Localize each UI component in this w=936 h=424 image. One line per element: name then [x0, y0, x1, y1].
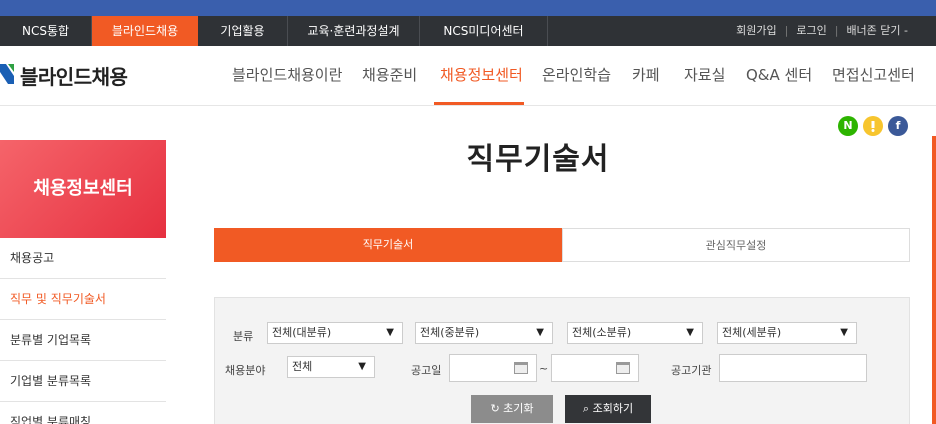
gnb-info-center[interactable]: 채용정보센터 [440, 64, 523, 85]
select-value: 전체(소분류) [572, 326, 632, 339]
gnb-library[interactable]: 자료실 [684, 64, 725, 85]
chevron-down-icon: ▼ [840, 327, 848, 338]
topnav-company[interactable]: 기업활용 [198, 16, 288, 46]
sidebar-item-job-description[interactable]: 직무 및 직무기술서 [0, 279, 166, 320]
facebook-share-icon[interactable]: f [888, 116, 908, 136]
topnav-label: NCS통합 [21, 24, 70, 38]
select-value: 전체(중분류) [420, 326, 480, 339]
category-large-select[interactable]: 전체(대분류) ▼ [267, 322, 403, 344]
gnb-about[interactable]: 블라인드채용이란 [232, 64, 342, 85]
site-header: 블라인드채용 블라인드채용이란 채용준비 채용정보센터 온라인학습 카페 자료실… [0, 46, 936, 106]
org-label: 공고기관 [671, 364, 712, 377]
select-value: 전체(세분류) [722, 326, 782, 339]
kakao-icon [871, 121, 875, 132]
gnb-prepare[interactable]: 채용준비 [362, 64, 417, 85]
date-separator: ~ [539, 362, 549, 375]
topnav-label: NCS미디어센터 [443, 24, 524, 38]
chevron-down-icon: ▼ [386, 327, 394, 338]
sidebar-item-jobs[interactable]: 채용공고 [0, 238, 166, 279]
sidebar-item-occupation-matching[interactable]: 직업별 분류매칭 [0, 402, 166, 424]
field-label: 채용분야 [225, 364, 266, 377]
page-title: 직무기술서 [466, 142, 610, 177]
gnb-online-learning[interactable]: 온라인학습 [542, 64, 611, 85]
signup-link[interactable]: 회원가입 [736, 24, 776, 37]
logo-icon [0, 64, 14, 84]
banner-close-link[interactable]: 배너존 닫기 - [846, 24, 908, 37]
topnav-blind[interactable]: 블라인드채용 [92, 16, 198, 46]
naver-share-icon[interactable]: N [838, 116, 858, 136]
calendar-icon[interactable] [616, 362, 630, 374]
select-value: 전체(대분류) [272, 326, 332, 339]
search-panel: 분류 전체(대분류) ▼ 전체(중분류) ▼ 전체(소분류) ▼ 전체(세분류) ▼ 채… [214, 297, 910, 424]
top-stripe [0, 0, 936, 16]
refresh-icon: ↻ [490, 402, 504, 415]
end-date-input[interactable] [551, 354, 639, 382]
topnav-ncs[interactable]: NCS통합 [0, 16, 92, 46]
search-icon: ⌕ [582, 402, 593, 415]
site-logo[interactable]: 블라인드채용 [20, 61, 128, 90]
date-label: 공고일 [411, 364, 442, 377]
tab-interest-setting[interactable]: 관심직무설정 [562, 228, 910, 262]
sidebar-item-company-by-category[interactable]: 분류별 기업목록 [0, 320, 166, 361]
field-select[interactable]: 전체 ▼ [287, 356, 375, 378]
category-label: 분류 [233, 330, 254, 343]
gnb-active-underline [434, 102, 524, 105]
select-value: 전체 [292, 360, 313, 373]
topnav-util: 회원가입 | 로그인 | 배너존 닫기 - [736, 24, 908, 37]
sidebar-item-category-by-company[interactable]: 기업별 분류목록 [0, 361, 166, 402]
topnav-label: 기업활용 [220, 24, 265, 38]
gnb-qna[interactable]: Q&A 센터 [746, 64, 812, 85]
topnav-education[interactable]: 교육·훈련과정설계 [288, 16, 420, 46]
scrollbar[interactable] [932, 136, 936, 424]
category-medium-select[interactable]: 전체(중분류) ▼ [415, 322, 553, 344]
category-detail-select[interactable]: 전체(세분류) ▼ [717, 322, 857, 344]
calendar-icon[interactable] [514, 362, 528, 374]
topnav-label: 교육·훈련과정설계 [307, 24, 400, 38]
reset-label: 초기화 [503, 402, 534, 415]
top-navigation: NCS통합 블라인드채용 기업활용 교육·훈련과정설계 NCS미디어센터 회원가… [0, 16, 936, 46]
category-small-select[interactable]: 전체(소분류) ▼ [567, 322, 703, 344]
search-label: 조회하기 [592, 402, 634, 415]
reset-button[interactable]: ↻ 초기화 [471, 395, 553, 423]
tab-job-description[interactable]: 직무기술서 [214, 228, 562, 262]
search-button[interactable]: ⌕ 조회하기 [565, 395, 651, 423]
org-input[interactable] [719, 354, 867, 382]
chevron-down-icon: ▼ [686, 327, 694, 338]
chevron-down-icon: ▼ [358, 361, 366, 372]
start-date-input[interactable] [449, 354, 537, 382]
sidebar-title: 채용정보센터 [0, 140, 166, 238]
gnb-cafe[interactable]: 카페 [632, 64, 660, 85]
login-link[interactable]: 로그인 [796, 24, 826, 37]
kakao-share-icon[interactable] [863, 116, 883, 136]
gnb-report[interactable]: 면접신고센터 [832, 64, 915, 85]
topnav-label: 블라인드채용 [111, 24, 179, 38]
topnav-media[interactable]: NCS미디어센터 [420, 16, 548, 46]
chevron-down-icon: ▼ [536, 327, 544, 338]
